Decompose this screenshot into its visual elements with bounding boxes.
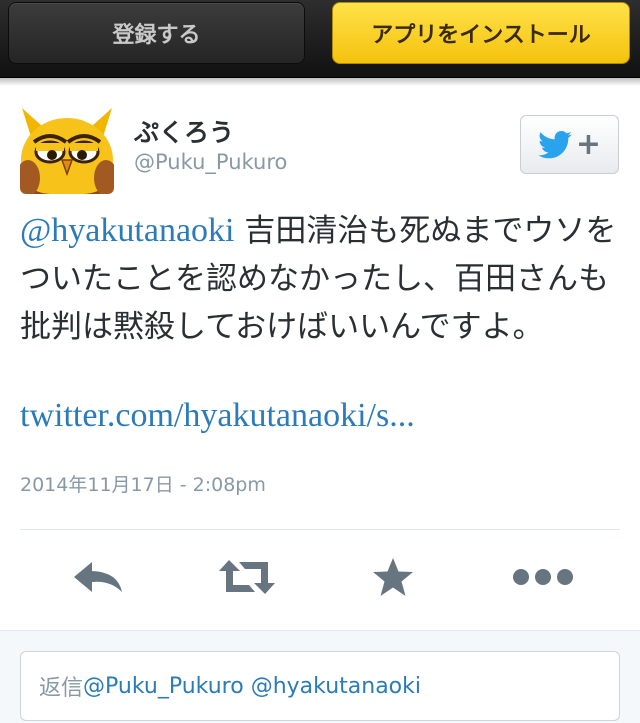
retweet-icon [219, 560, 275, 594]
mention-link[interactable]: @hyakutanaoki [20, 212, 234, 249]
install-app-button[interactable]: アプリをインストール [332, 2, 630, 64]
favorite-icon [373, 558, 413, 596]
display-name[interactable]: ぷくろう [134, 113, 234, 149]
divider [20, 529, 620, 530]
reply-handles: @Puku_Pukuro @hyakutanaoki [83, 673, 421, 699]
screen-name[interactable]: @Puku_Pukuro [134, 150, 287, 174]
more-icon [513, 569, 573, 585]
top-bar: 登録する アプリをインストール [0, 0, 640, 78]
reply-prefix: 返信 [39, 676, 84, 701]
reply-area: 返信 @Puku_Pukuro @hyakutanaoki [0, 630, 640, 723]
retweet-button[interactable] [217, 548, 277, 606]
reply-icon [74, 562, 122, 592]
twitter-bird-icon [538, 130, 572, 158]
favorite-button[interactable] [363, 548, 423, 606]
top-bar-shadow [0, 78, 640, 86]
tweet-url-link[interactable]: twitter.com/hyakutanaoki/s... [20, 397, 415, 435]
owl-avatar-image [20, 100, 114, 194]
tweet-text: @hyakutanaoki 吉田清治も死ぬまでウソをついたことを認めなかったし、… [20, 207, 620, 351]
avatar[interactable] [20, 100, 114, 194]
more-button[interactable] [510, 548, 576, 606]
tweet-actions-bar [0, 548, 640, 606]
tweet-timestamp[interactable]: 2014年11月17日 - 2:08pm [20, 470, 266, 497]
follow-plus-icon: + [575, 126, 602, 162]
reply-button[interactable] [68, 548, 128, 606]
reply-input[interactable]: 返信 @Puku_Pukuro @hyakutanaoki [20, 651, 620, 721]
follow-button[interactable]: + [520, 115, 619, 174]
register-button[interactable]: 登録する [8, 2, 305, 64]
